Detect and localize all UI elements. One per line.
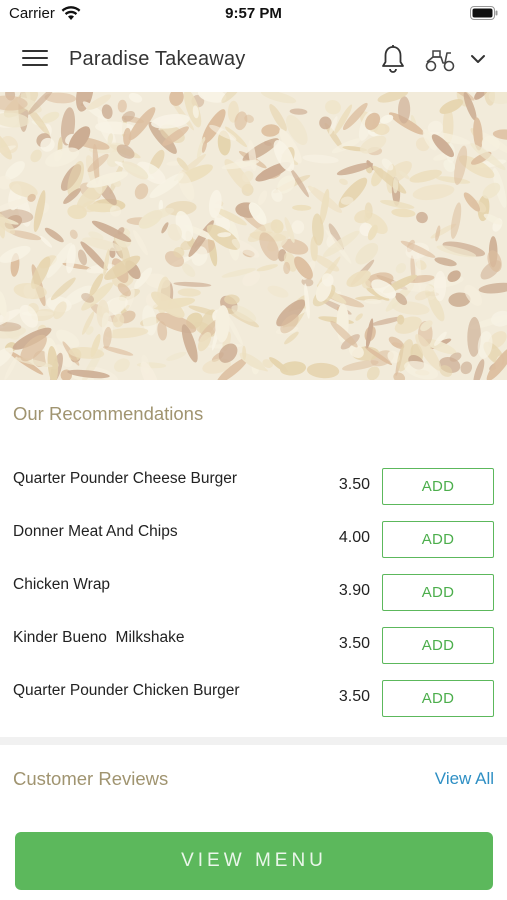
add-button[interactable]: ADD <box>382 627 494 664</box>
add-button[interactable]: ADD <box>382 521 494 558</box>
customer-reviews-title: Customer Reviews <box>13 768 169 789</box>
recommendation-item: Quarter Pounder Chicken Burger 3.50 ADD <box>0 670 507 723</box>
recommendation-item: Chicken Wrap 3.90 ADD <box>0 564 507 617</box>
status-bar: Carrier 9:57 PM <box>0 0 507 28</box>
hamburger-menu-icon[interactable] <box>22 50 48 70</box>
section-divider <box>0 737 507 745</box>
item-price: 3.90 <box>338 582 370 599</box>
item-price: 3.50 <box>338 476 370 493</box>
item-price: 4.00 <box>338 529 370 546</box>
item-name: Quarter Pounder Chicken Burger <box>13 682 240 699</box>
recommendations-title: Our Recommendations <box>13 403 204 424</box>
recommendation-item: Donner Meat And Chips 4.00 ADD <box>0 511 507 564</box>
item-price: 3.50 <box>338 635 370 652</box>
app-header: Paradise Takeaway <box>0 28 507 92</box>
chevron-down-icon[interactable] <box>470 52 486 66</box>
item-name: Quarter Pounder Cheese Burger <box>13 470 238 487</box>
battery-icon <box>470 6 498 20</box>
view-menu-button[interactable]: VIEW MENU <box>15 832 493 890</box>
recommendation-item: Quarter Pounder Cheese Burger 3.50 ADD <box>0 458 507 511</box>
add-button[interactable]: ADD <box>382 468 494 505</box>
scooter-icon[interactable] <box>424 47 456 73</box>
status-time: 9:57 PM <box>225 5 282 22</box>
restaurant-title: Paradise Takeaway <box>69 48 246 70</box>
recommendations-list: Quarter Pounder Cheese Burger 3.50 ADD Donn… <box>0 458 507 723</box>
recommendation-item: Kinder Bueno Milkshake 3.50 ADD <box>0 617 507 670</box>
food-photo <box>0 92 507 380</box>
view-all-reviews-link[interactable]: View All <box>435 769 494 789</box>
add-button[interactable]: ADD <box>382 574 494 611</box>
item-name: Donner Meat And Chips <box>13 523 178 540</box>
add-button[interactable]: ADD <box>382 680 494 717</box>
item-name: Chicken Wrap <box>13 576 111 593</box>
item-name: Kinder Bueno Milkshake <box>13 629 185 646</box>
bell-icon[interactable] <box>380 44 406 74</box>
hero-image <box>0 92 507 380</box>
item-price: 3.50 <box>338 688 370 705</box>
